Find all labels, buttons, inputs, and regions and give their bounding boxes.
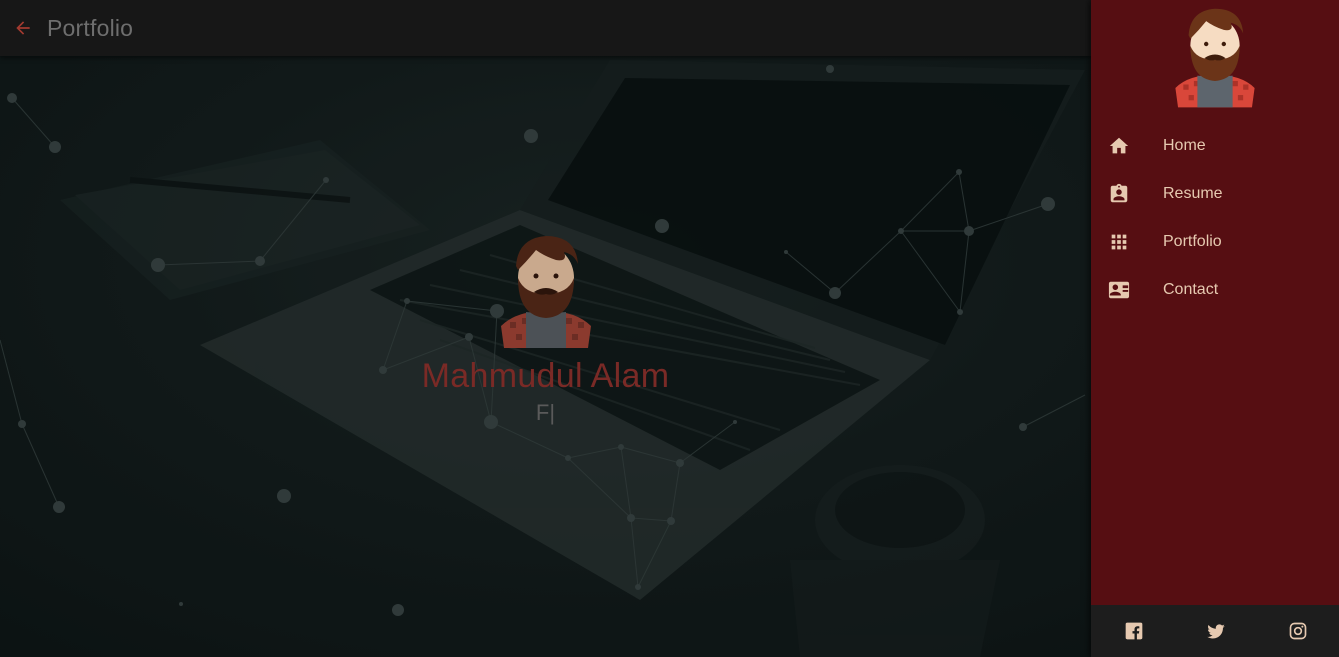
apps-grid-icon: [1107, 230, 1131, 254]
nav-item-label: Portfolio: [1163, 233, 1222, 250]
drawer-header: [1091, 0, 1339, 120]
nav-item-label: Resume: [1163, 185, 1223, 202]
drawer-nav-list: Home Resume Portfolio Contact: [1091, 122, 1339, 314]
drawer-social-bar: [1091, 605, 1339, 657]
navigation-drawer: Home Resume Portfolio Contact: [1091, 0, 1339, 657]
hero-typed-text: F|: [535, 400, 556, 425]
bearded-man-avatar: [500, 236, 591, 348]
facebook-link[interactable]: [1123, 620, 1145, 642]
nav-item-resume[interactable]: Resume: [1091, 170, 1339, 218]
bearded-man-avatar: [1175, 8, 1255, 108]
twitter-link[interactable]: [1205, 620, 1227, 642]
back-button[interactable]: [12, 17, 34, 39]
nav-item-portfolio[interactable]: Portfolio: [1091, 218, 1339, 266]
home-icon: [1107, 134, 1131, 158]
page-title: Portfolio: [47, 14, 134, 41]
app-bar: Portfolio: [0, 0, 1091, 56]
instagram-icon: [1289, 622, 1307, 640]
instagram-link[interactable]: [1287, 620, 1309, 642]
arrow-left-icon: [16, 21, 30, 35]
nav-item-contact[interactable]: Contact: [1091, 266, 1339, 314]
facebook-icon: [1125, 622, 1143, 640]
hero-avatar: [496, 226, 596, 351]
nav-item-label: Home: [1163, 137, 1206, 154]
nav-item-home[interactable]: Home: [1091, 122, 1339, 170]
contact-card-icon: [1107, 278, 1131, 302]
clipboard-account-icon: [1107, 182, 1131, 206]
hero-content: Mahmudul Alam F|: [0, 226, 1091, 426]
twitter-icon: [1207, 624, 1225, 639]
nav-item-label: Contact: [1163, 281, 1219, 298]
hero-name: Mahmudul Alam: [421, 357, 670, 395]
